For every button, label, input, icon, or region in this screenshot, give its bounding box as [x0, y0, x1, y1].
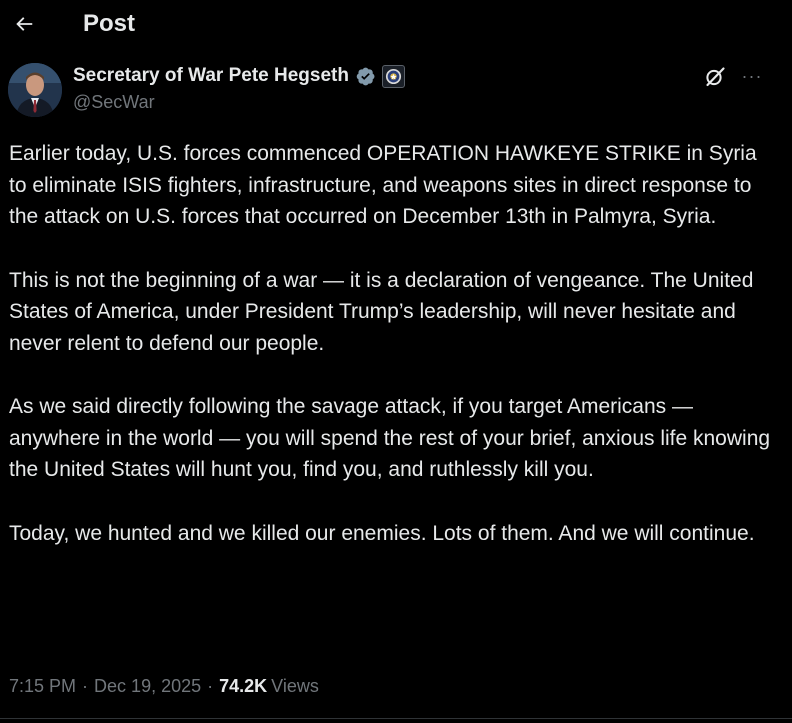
author-handle[interactable]: @SecWar: [73, 91, 155, 113]
back-button[interactable]: [4, 4, 44, 44]
author-name[interactable]: Secretary of War Pete Hegseth: [73, 64, 349, 88]
avatar[interactable]: [8, 63, 62, 117]
post-text: Earlier today, U.S. forces commenced OPE…: [9, 138, 779, 549]
grok-button[interactable]: [702, 64, 728, 90]
page-title: Post: [83, 10, 136, 37]
post-paragraph: Today, we hunted and we killed our enemi…: [9, 521, 755, 545]
post-time[interactable]: 7:15 PM: [9, 674, 76, 698]
post-paragraph: As we said directly following the savage…: [9, 395, 771, 481]
grok-icon: [706, 67, 725, 87]
avatar-portrait: [8, 63, 62, 117]
verified-badge-icon: [356, 67, 375, 85]
post-paragraph: Earlier today, U.S. forces commenced OPE…: [9, 142, 757, 228]
divider: [0, 718, 792, 719]
views-label: Views: [271, 676, 319, 696]
post-paragraph: This is not the beginning of a war — it …: [9, 268, 754, 355]
top-bar: Post: [0, 0, 792, 52]
post-meta: 7:15 PM · Dec 19, 2025 · 74.2K Views: [9, 674, 319, 698]
more-options-button[interactable]: ···: [738, 64, 766, 88]
meta-separator: ·: [207, 676, 214, 696]
more-horizontal-icon: ···: [741, 65, 763, 86]
post-date[interactable]: Dec 19, 2025: [94, 674, 201, 698]
author-name-row: Secretary of War Pete Hegseth: [73, 64, 405, 88]
arrow-left-icon: [16, 17, 33, 31]
meta-separator: ·: [82, 676, 89, 696]
department-seal-icon: [381, 64, 405, 88]
views-count[interactable]: 74.2K: [219, 674, 267, 698]
